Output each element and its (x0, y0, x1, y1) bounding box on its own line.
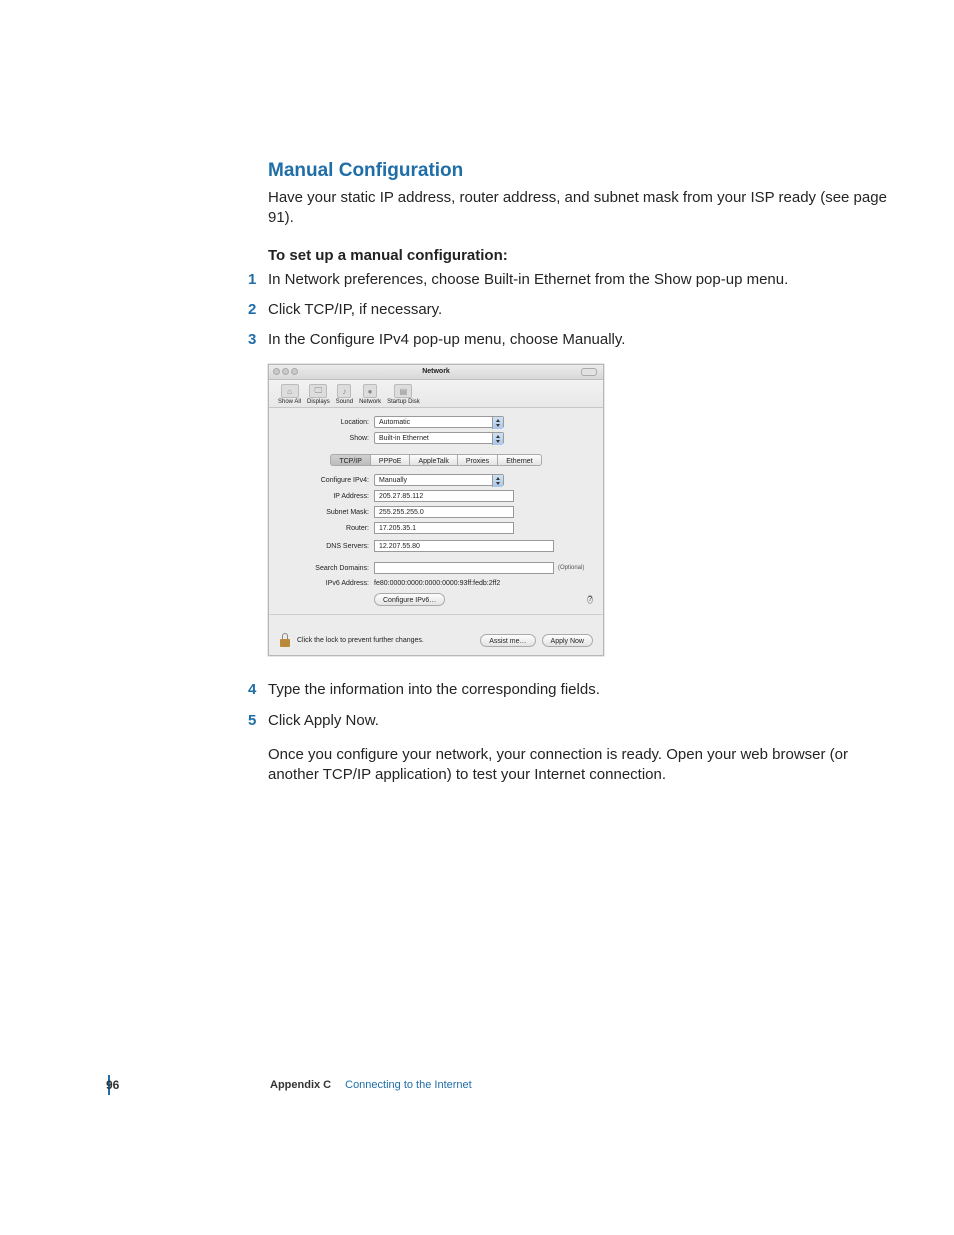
prefs-toolbar: ⌂Show All 🖵Displays ♪Sound ●Network ▤Sta… (269, 380, 603, 408)
tab-ethernet[interactable]: Ethernet (497, 454, 541, 466)
step-text: In the Configure IPv4 pop-up menu, choos… (268, 331, 625, 348)
location-label: Location: (279, 419, 374, 426)
page-number: 96 (106, 1078, 119, 1092)
subhead: To set up a manual configuration: (268, 247, 888, 264)
dns-servers-input[interactable]: 12.207.55.80 (374, 540, 554, 552)
steps-list-a: 1In Network preferences, choose Built-in… (268, 270, 888, 351)
step-item: 5Click Apply Now. (268, 711, 888, 731)
step-item: 2Click TCP/IP, if necessary. (268, 300, 888, 320)
ip-address-label: IP Address: (279, 493, 374, 500)
search-domains-input[interactable] (374, 562, 554, 574)
help-button[interactable]: ? (587, 595, 593, 604)
window-titlebar: Network (269, 365, 603, 380)
step-number: 4 (248, 680, 256, 700)
step-text: In Network preferences, choose Built-in … (268, 271, 788, 288)
step-number: 5 (248, 711, 256, 731)
step-text: Type the information into the correspond… (268, 681, 600, 698)
prefs-content: Location: Automatic Show: Built-in Ether… (269, 408, 603, 627)
configure-ipv6-button[interactable]: Configure IPv6… (374, 593, 445, 606)
toolbar-displays[interactable]: 🖵Displays (304, 384, 333, 405)
router-label: Router: (279, 525, 374, 532)
toolbar-startup-disk[interactable]: ▤Startup Disk (384, 384, 423, 405)
toolbar-label: Displays (307, 399, 330, 405)
traffic-lights[interactable] (273, 368, 298, 375)
step-item: 3In the Configure IPv4 pop-up menu, choo… (268, 330, 888, 350)
chevron-updown-icon (492, 433, 503, 445)
chevron-updown-icon (492, 475, 503, 487)
configure-ipv4-value: Manually (379, 477, 407, 484)
show-label: Show: (279, 435, 374, 442)
chapter-title: Connecting to the Internet (345, 1079, 472, 1091)
dns-servers-label: DNS Servers: (279, 543, 374, 550)
step-text: Click TCP/IP, if necessary. (268, 301, 442, 318)
tab-tcpip[interactable]: TCP/IP (330, 454, 370, 466)
step-number: 3 (248, 330, 256, 350)
toolbar-label: Sound (336, 399, 353, 405)
network-prefs-window: Network ⌂Show All 🖵Displays ♪Sound ●Netw… (268, 364, 604, 656)
subnet-mask-input[interactable]: 255.255.255.0 (374, 506, 514, 518)
show-popup[interactable]: Built-in Ethernet (374, 432, 504, 444)
step-number: 1 (248, 270, 256, 290)
lock-icon[interactable] (279, 633, 291, 647)
ip-address-input[interactable]: 205.27.85.112 (374, 490, 514, 502)
ipv6-address-value: fe80:0000:0000:0000:0000:93ff:fedb:2ff2 (374, 580, 500, 587)
toolbar-label: Show All (278, 399, 301, 405)
intro-paragraph: Have your static IP address, router addr… (268, 188, 888, 229)
search-domains-label: Search Domains: (279, 565, 374, 572)
configure-ipv4-label: Configure IPv4: (279, 477, 374, 484)
location-value: Automatic (379, 419, 410, 426)
divider (269, 614, 603, 615)
chevron-updown-icon (492, 417, 503, 429)
section-heading: Manual Configuration (268, 160, 888, 182)
toolbar-show-all[interactable]: ⌂Show All (275, 384, 304, 405)
steps-list-b: 4Type the information into the correspon… (268, 680, 888, 731)
toolbar-label: Startup Disk (387, 399, 420, 405)
show-value: Built-in Ethernet (379, 435, 429, 442)
toolbar-label: Network (359, 399, 381, 405)
apply-now-button[interactable]: Apply Now (542, 634, 593, 647)
settings-tabs: TCP/IP PPPoE AppleTalk Proxies Ethernet (279, 454, 593, 466)
optional-label: (Optional) (558, 565, 584, 571)
assist-me-button[interactable]: Assist me… (480, 634, 535, 647)
page-footer: 96 Appendix C Connecting to the Internet (108, 1075, 844, 1095)
location-popup[interactable]: Automatic (374, 416, 504, 428)
minimize-icon[interactable] (282, 368, 289, 375)
tab-pppoe[interactable]: PPPoE (370, 454, 410, 466)
close-icon[interactable] (273, 368, 280, 375)
window-title: Network (422, 368, 450, 375)
toolbar-sound[interactable]: ♪Sound (333, 384, 356, 405)
ipv6-address-label: IPv6 Address: (279, 580, 374, 587)
configure-ipv4-popup[interactable]: Manually (374, 474, 504, 486)
tab-appletalk[interactable]: AppleTalk (409, 454, 456, 466)
step-item: 1In Network preferences, choose Built-in… (268, 270, 888, 290)
zoom-icon[interactable] (291, 368, 298, 375)
step-number: 2 (248, 300, 256, 320)
toolbar-network[interactable]: ●Network (356, 384, 384, 405)
router-input[interactable]: 17.205.35.1 (374, 522, 514, 534)
subnet-mask-label: Subnet Mask: (279, 509, 374, 516)
lock-bar: Click the lock to prevent further change… (269, 627, 603, 655)
closing-paragraph: Once you configure your network, your co… (268, 745, 888, 786)
step-text: Click Apply Now. (268, 712, 379, 729)
toolbar-toggle-icon[interactable] (581, 368, 597, 376)
lock-text: Click the lock to prevent further change… (297, 637, 424, 644)
appendix-label: Appendix C (270, 1079, 331, 1091)
tab-proxies[interactable]: Proxies (457, 454, 497, 466)
step-item: 4Type the information into the correspon… (268, 680, 888, 700)
